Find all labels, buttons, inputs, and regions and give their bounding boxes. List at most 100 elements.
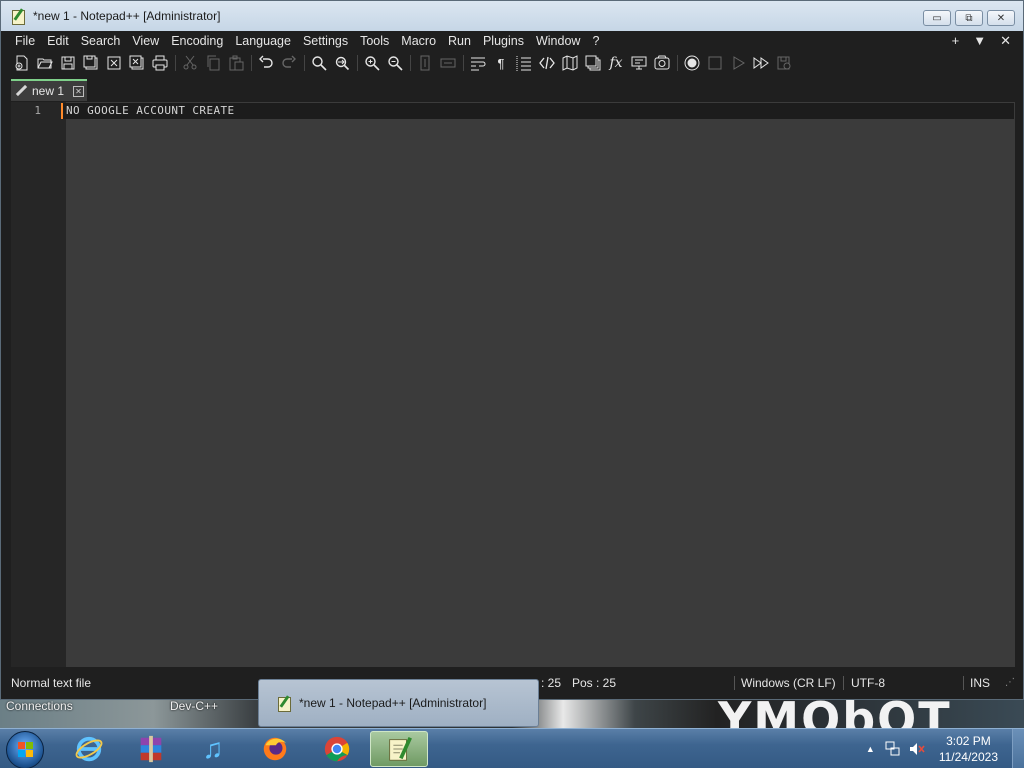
menu-macro[interactable]: Macro xyxy=(395,31,442,51)
undo-icon[interactable] xyxy=(257,54,275,72)
new-file-icon[interactable] xyxy=(13,54,31,72)
close-button[interactable]: ✕ xyxy=(987,10,1015,26)
music-note-icon: ♫ xyxy=(202,733,224,764)
maximize-icon: ⧉ xyxy=(965,12,973,24)
pencil-icon xyxy=(15,85,27,97)
save-all-icon[interactable] xyxy=(82,54,100,72)
menu-view[interactable]: View xyxy=(126,31,165,51)
toolbar: ¶ fx xyxy=(1,51,1023,75)
paste-icon[interactable] xyxy=(227,54,245,72)
sync-horizontal-scroll-icon[interactable] xyxy=(439,54,457,72)
copy-icon[interactable] xyxy=(204,54,222,72)
document-map-icon[interactable] xyxy=(561,54,579,72)
taskbar-preview-popup[interactable]: *new 1 - Notepad++ [Administrator] xyxy=(258,679,539,727)
save-icon[interactable] xyxy=(59,54,77,72)
menu-encoding[interactable]: Encoding xyxy=(165,31,229,51)
menu-settings[interactable]: Settings xyxy=(297,31,354,51)
menu-search[interactable]: Search xyxy=(75,31,127,51)
firefox-taskbar-icon[interactable] xyxy=(248,731,302,767)
tab-list-dropdown-icon[interactable]: ▼ xyxy=(973,31,986,51)
close-icon: ✕ xyxy=(996,12,1006,24)
desktop-icon-dev-cpp[interactable]: Dev-C++ xyxy=(170,700,218,712)
redo-icon[interactable] xyxy=(280,54,298,72)
resize-grip-icon[interactable]: ⋰ xyxy=(1005,673,1015,693)
menu-window[interactable]: Window xyxy=(530,31,586,51)
replace-icon[interactable] xyxy=(333,54,351,72)
tab-close-icon[interactable]: ✕ xyxy=(73,85,85,97)
word-wrap-icon[interactable] xyxy=(469,54,487,72)
chrome-icon xyxy=(324,736,350,762)
menu-plugins[interactable]: Plugins xyxy=(477,31,530,51)
menu-tools[interactable]: Tools xyxy=(354,31,395,51)
zoom-out-icon[interactable] xyxy=(386,54,404,72)
status-encoding[interactable]: UTF-8 xyxy=(851,673,885,693)
menu-edit[interactable]: Edit xyxy=(41,31,75,51)
menu-run[interactable]: Run xyxy=(442,31,477,51)
clock[interactable]: 3:02 PM 11/24/2023 xyxy=(939,733,998,765)
record-macro-icon[interactable] xyxy=(683,54,701,72)
desktop-icon-connections[interactable]: Connections xyxy=(6,700,73,712)
status-eol[interactable]: Windows (CR LF) xyxy=(741,673,836,693)
tab-new-1[interactable]: new 1 ✕ xyxy=(11,79,87,101)
close-document-icon[interactable]: ✕ xyxy=(1000,31,1011,51)
volume-muted-icon[interactable] xyxy=(909,741,925,757)
status-position: Pos : 25 xyxy=(572,676,617,690)
text-caret xyxy=(61,103,63,119)
menu-help[interactable]: ? xyxy=(586,31,605,51)
user-defined-language-icon[interactable] xyxy=(538,54,556,72)
print-icon[interactable] xyxy=(151,54,169,72)
menu-language[interactable]: Language xyxy=(229,31,297,51)
status-insert-mode[interactable]: INS xyxy=(970,673,990,693)
editor-line-text[interactable]: NO GOOGLE ACCOUNT CREATE xyxy=(66,104,235,117)
folder-as-workspace-icon[interactable] xyxy=(630,54,648,72)
monitoring-icon[interactable] xyxy=(653,54,671,72)
indent-guide-icon[interactable] xyxy=(515,54,533,72)
sync-vertical-scroll-icon[interactable] xyxy=(416,54,434,72)
toolbar-separator xyxy=(410,55,411,71)
save-macro-icon[interactable] xyxy=(775,54,793,72)
notepad-app-icon[interactable] xyxy=(11,8,27,25)
show-all-characters-icon[interactable]: ¶ xyxy=(492,54,510,72)
close-all-icon[interactable] xyxy=(128,54,146,72)
minimize-icon: ▭ xyxy=(932,12,942,24)
menu-file[interactable]: File xyxy=(1,31,41,51)
taskbar: ♫ ▲ 3:02 PM 11/24/2023 xyxy=(0,728,1024,768)
windows-logo-icon xyxy=(18,742,34,758)
status-divider xyxy=(963,676,964,690)
internet-explorer-taskbar-icon[interactable] xyxy=(62,731,116,767)
firefox-icon xyxy=(263,737,287,761)
stop-recording-icon[interactable] xyxy=(706,54,724,72)
run-macro-multiple-icon[interactable] xyxy=(752,54,770,72)
find-icon[interactable] xyxy=(310,54,328,72)
close-file-icon[interactable] xyxy=(105,54,123,72)
open-file-icon[interactable] xyxy=(36,54,54,72)
internet-explorer-icon xyxy=(75,736,103,762)
new-tab-plus-icon[interactable]: + xyxy=(952,31,960,51)
cut-icon[interactable] xyxy=(181,54,199,72)
minimize-button[interactable]: ▭ xyxy=(923,10,951,26)
editor-area[interactable]: 1 NO GOOGLE ACCOUNT CREATE xyxy=(11,102,1015,667)
toolbar-separator xyxy=(357,55,358,71)
show-hidden-icons-icon[interactable]: ▲ xyxy=(866,744,875,754)
network-icon[interactable] xyxy=(885,741,901,757)
toolbar-separator xyxy=(251,55,252,71)
show-desktop-button[interactable] xyxy=(1012,729,1024,768)
line-number: 1 xyxy=(34,104,41,117)
zoom-in-icon[interactable] xyxy=(363,54,381,72)
status-divider xyxy=(734,676,735,690)
notepadpp-icon xyxy=(389,736,412,761)
notepadpp-taskbar-icon[interactable] xyxy=(370,731,428,767)
chrome-taskbar-icon[interactable] xyxy=(310,731,364,767)
document-list-icon[interactable] xyxy=(584,54,602,72)
start-button[interactable] xyxy=(6,731,44,768)
itunes-taskbar-icon[interactable]: ♫ xyxy=(186,731,240,767)
winrar-taskbar-icon[interactable] xyxy=(124,731,178,767)
notepad-app-icon xyxy=(277,695,293,712)
function-list-icon[interactable]: fx xyxy=(607,54,625,72)
preview-title: *new 1 - Notepad++ [Administrator] xyxy=(299,696,487,710)
play-macro-icon[interactable] xyxy=(729,54,747,72)
maximize-button[interactable]: ⧉ xyxy=(955,10,983,26)
toolbar-separator xyxy=(463,55,464,71)
title-bar[interactable]: *new 1 - Notepad++ [Administrator] ▭ ⧉ ✕ xyxy=(1,1,1023,31)
clock-time: 3:02 PM xyxy=(946,734,991,748)
